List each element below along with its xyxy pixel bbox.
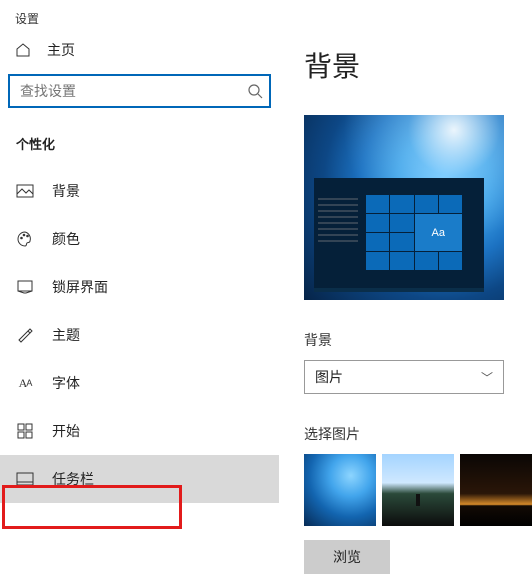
image-thumb-3[interactable] [460,454,532,526]
chevron-down-icon: ﹀ [481,369,493,386]
search-icon[interactable] [247,83,263,99]
taskbar-icon [16,470,34,488]
sidebar-item-label: 背景 [52,181,80,201]
sidebar-item-label: 任务栏 [52,469,94,489]
sidebar-item-lockscreen[interactable]: 锁屏界面 [0,263,279,311]
browse-button[interactable]: 浏览 [304,540,390,574]
image-thumb-1[interactable] [304,454,376,526]
home-icon [15,42,31,58]
nav-list: 背景 颜色 锁屏界面 [0,167,279,503]
image-thumbnails [304,454,532,526]
image-thumb-2[interactable] [382,454,454,526]
search-container [8,74,271,108]
page-title: 背景 [304,45,532,85]
search-input[interactable] [8,74,271,108]
main-panel: 背景 Aa 背景 图片 ﹀ 选择图片 浏览 [279,0,532,577]
sidebar-home[interactable]: 主页 [0,30,279,74]
start-icon [16,422,34,440]
sidebar: 设置 主页 个性化 背景 [0,0,279,577]
theme-icon [16,326,34,344]
sidebar-item-theme[interactable]: 主题 [0,311,279,359]
dropdown-value: 图片 [315,367,343,387]
sidebar-item-taskbar[interactable]: 任务栏 [0,455,279,503]
window-title: 设置 [0,0,279,30]
background-type-dropdown[interactable]: 图片 ﹀ [304,360,504,394]
desktop-preview: Aa [304,115,504,300]
lock-screen-icon [16,278,34,296]
sidebar-item-start[interactable]: 开始 [0,407,279,455]
font-icon: AA [16,374,34,392]
category-label: 个性化 [0,108,279,167]
sidebar-item-color[interactable]: 颜色 [0,215,279,263]
sidebar-item-font[interactable]: AA 字体 [0,359,279,407]
sidebar-item-label: 颜色 [52,229,80,249]
sidebar-item-label: 主题 [52,325,80,345]
sidebar-item-background[interactable]: 背景 [0,167,279,215]
preview-tile-sample: Aa [415,214,463,251]
sidebar-item-label: 开始 [52,421,80,441]
sidebar-item-label: 锁屏界面 [52,277,108,297]
choose-image-label: 选择图片 [304,424,532,444]
sidebar-item-label: 字体 [52,373,80,393]
palette-icon [16,230,34,248]
background-field-label: 背景 [304,330,532,350]
sidebar-home-label: 主页 [47,40,75,60]
image-icon [16,182,34,200]
